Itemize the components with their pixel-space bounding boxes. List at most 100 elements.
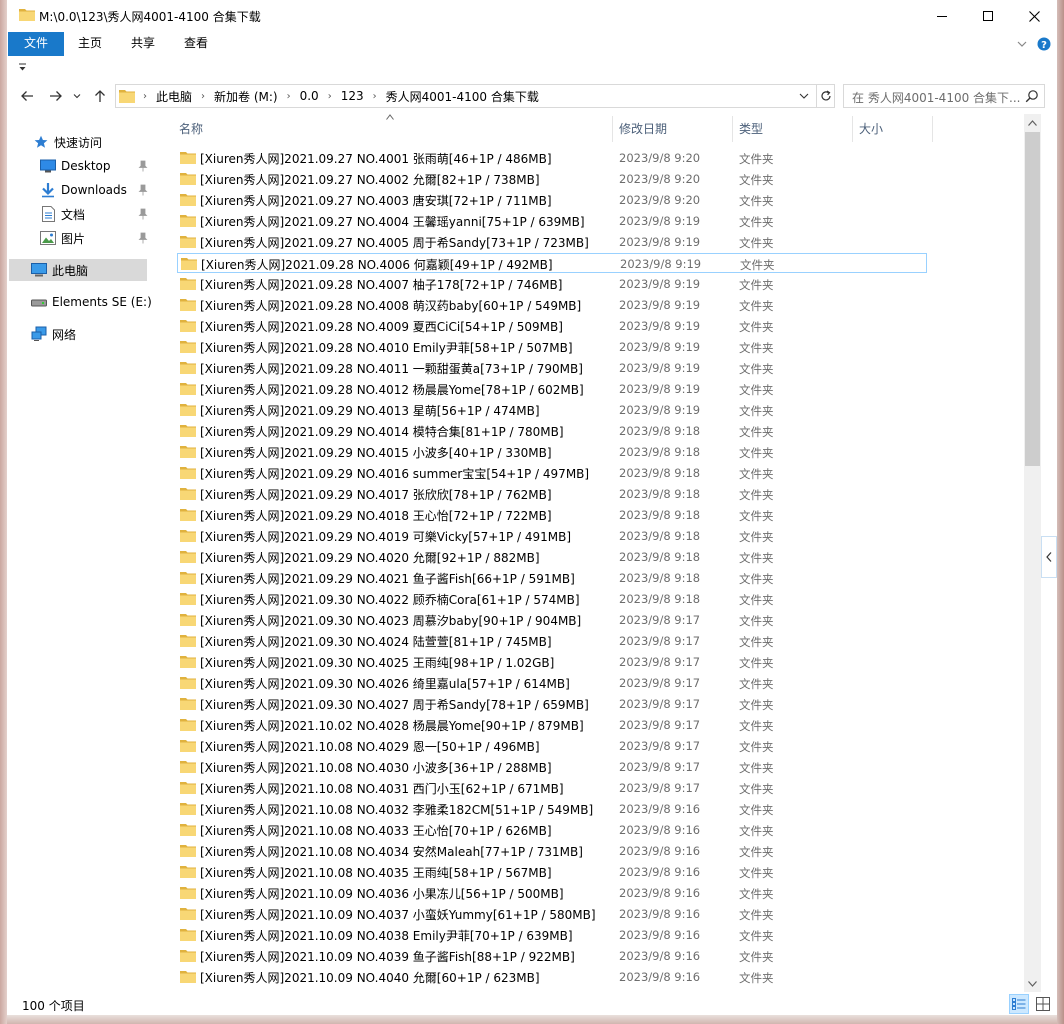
- title-bar[interactable]: M:\0.0\123\秀人网4001-4100 合集下载: [7, 0, 1057, 32]
- column-divider[interactable]: [732, 116, 733, 142]
- file-list: 名称 修改日期 类型 大小 [Xiuren秀人网]2021.09.27 NO.4…: [162, 114, 1024, 992]
- table-row[interactable]: [Xiuren秀人网]2021.09.27 NO.4002 允爾[82+1P /…: [177, 169, 927, 189]
- recent-locations-button[interactable]: [72, 88, 82, 104]
- breadcrumb-this-pc[interactable]: 此电脑: [151, 88, 197, 105]
- customize-toolbar-icon[interactable]: [18, 62, 27, 72]
- search-icon[interactable]: [1025, 89, 1039, 103]
- table-row[interactable]: [Xiuren秀人网]2021.09.27 NO.4001 张雨萌[46+1P …: [177, 148, 927, 168]
- nav-item-downloads[interactable]: Downloads: [40, 179, 127, 201]
- breadcrumb-separator[interactable]: ›: [139, 91, 151, 102]
- table-row[interactable]: [Xiuren秀人网]2021.10.08 NO.4031 西门小玉[62+1P…: [177, 778, 927, 798]
- table-row[interactable]: [Xiuren秀人网]2021.10.08 NO.4032 李雅柔182CM[5…: [177, 799, 927, 819]
- table-row[interactable]: [Xiuren秀人网]2021.10.09 NO.4038 Emily尹菲[70…: [177, 925, 927, 945]
- table-row[interactable]: [Xiuren秀人网]2021.09.27 NO.4005 周于希Sandy[7…: [177, 232, 927, 252]
- pin-icon[interactable]: [138, 208, 148, 220]
- breadcrumb-drive[interactable]: 新加卷 (M:): [209, 88, 283, 105]
- table-row[interactable]: [Xiuren秀人网]2021.10.09 NO.4039 鱼子酱Fish[88…: [177, 946, 927, 966]
- table-row[interactable]: [Xiuren秀人网]2021.09.30 NO.4025 王雨纯[98+1P …: [177, 652, 927, 672]
- column-header-size[interactable]: 大小: [859, 120, 929, 138]
- nav-item-quick-access[interactable]: 快速访问: [33, 131, 102, 153]
- table-row[interactable]: [Xiuren秀人网]2021.09.30 NO.4023 周慕汐baby[90…: [177, 610, 927, 630]
- table-row[interactable]: [Xiuren秀人网]2021.09.27 NO.4003 唐安琪[72+1P …: [177, 190, 927, 210]
- nav-item-network[interactable]: 网络: [31, 323, 76, 345]
- up-button[interactable]: [92, 88, 108, 104]
- table-row[interactable]: [Xiuren秀人网]2021.10.09 NO.4037 小蛮妖Yummy[6…: [177, 904, 927, 924]
- scroll-thumb[interactable]: [1025, 132, 1040, 466]
- table-row[interactable]: [Xiuren秀人网]2021.10.09 NO.4040 允爾[60+1P /…: [177, 967, 927, 987]
- table-row[interactable]: [Xiuren秀人网]2021.10.08 NO.4035 王雨纯[58+1P …: [177, 862, 927, 882]
- column-divider[interactable]: [932, 116, 933, 142]
- pin-icon[interactable]: [138, 160, 148, 172]
- breadcrumb-separator[interactable]: ›: [197, 91, 209, 102]
- vertical-scrollbar[interactable]: [1024, 114, 1041, 992]
- chevron-down-icon[interactable]: [1017, 36, 1027, 52]
- table-row[interactable]: [Xiuren秀人网]2021.10.08 NO.4030 小波多[36+1P …: [177, 757, 927, 777]
- table-row[interactable]: [Xiuren秀人网]2021.10.08 NO.4029 恩一[50+1P /…: [177, 736, 927, 756]
- table-row[interactable]: [Xiuren秀人网]2021.10.08 NO.4034 安然Maleah[7…: [177, 841, 927, 861]
- tab-file[interactable]: 文件: [8, 32, 64, 56]
- scroll-down-button[interactable]: [1024, 975, 1041, 992]
- nav-item-desktop[interactable]: Desktop: [40, 155, 111, 177]
- close-button[interactable]: [1011, 0, 1057, 32]
- minimize-button[interactable]: [919, 0, 965, 32]
- table-row[interactable]: [Xiuren秀人网]2021.09.29 NO.4020 允爾[92+1P /…: [177, 547, 927, 567]
- column-divider[interactable]: [852, 116, 853, 142]
- table-row[interactable]: [Xiuren秀人网]2021.09.29 NO.4017 张欣欣[78+1P …: [177, 484, 927, 504]
- column-header-name[interactable]: 名称: [179, 120, 609, 138]
- nav-item-pictures[interactable]: 图片: [40, 227, 85, 249]
- table-row[interactable]: [Xiuren秀人网]2021.09.28 NO.4008 萌汉药baby[60…: [177, 295, 927, 315]
- table-row[interactable]: [Xiuren秀人网]2021.09.29 NO.4021 鱼子酱Fish[66…: [177, 568, 927, 588]
- search-box[interactable]: 在 秀人网4001-4100 合集下...: [843, 84, 1045, 108]
- table-row[interactable]: [Xiuren秀人网]2021.09.28 NO.4010 Emily尹菲[58…: [177, 337, 927, 357]
- column-divider[interactable]: [612, 116, 613, 142]
- column-header-type[interactable]: 类型: [739, 120, 849, 138]
- maximize-button[interactable]: [965, 0, 1011, 32]
- file-type: 文件夹: [739, 761, 774, 775]
- folder-icon: [180, 803, 196, 815]
- nav-item-documents[interactable]: 文档: [40, 203, 85, 225]
- breadcrumb-folder-123[interactable]: 123: [336, 89, 369, 103]
- breadcrumb-separator[interactable]: ›: [283, 91, 295, 102]
- address-bar[interactable]: › 此电脑 › 新加卷 (M:) › 0.0 › 123 › 秀人网4001-4…: [115, 84, 835, 108]
- table-row[interactable]: [Xiuren秀人网]2021.09.29 NO.4015 小波多[40+1P …: [177, 442, 927, 462]
- table-row[interactable]: [Xiuren秀人网]2021.09.29 NO.4014 模特合集[81+1P…: [177, 421, 927, 441]
- back-button[interactable]: [19, 88, 35, 104]
- scroll-up-button[interactable]: [1024, 114, 1041, 131]
- tab-home[interactable]: 主页: [69, 32, 111, 56]
- breadcrumb-separator[interactable]: ›: [369, 91, 381, 102]
- table-row[interactable]: [Xiuren秀人网]2021.10.09 NO.4036 小果冻儿[56+1P…: [177, 883, 927, 903]
- nav-item-this-pc[interactable]: 此电脑: [9, 259, 147, 281]
- forward-button[interactable]: [48, 88, 64, 104]
- table-row[interactable]: [Xiuren秀人网]2021.09.28 NO.4009 夏西CiCi[54+…: [177, 316, 927, 336]
- table-row[interactable]: [Xiuren秀人网]2021.09.27 NO.4004 王馨瑶yanni[7…: [177, 211, 927, 231]
- table-row[interactable]: [Xiuren秀人网]2021.09.30 NO.4026 绮里嘉ula[57+…: [177, 673, 927, 693]
- table-row[interactable]: [Xiuren秀人网]2021.09.30 NO.4024 陆萱萱[81+1P …: [177, 631, 927, 651]
- tab-view[interactable]: 查看: [177, 32, 215, 56]
- table-row[interactable]: [Xiuren秀人网]2021.09.29 NO.4016 summer宝宝[5…: [177, 463, 927, 483]
- help-icon[interactable]: ?: [1037, 36, 1051, 52]
- details-view-button[interactable]: [1009, 994, 1029, 1014]
- breadcrumb-current-folder[interactable]: 秀人网4001-4100 合集下载: [381, 88, 544, 105]
- table-row[interactable]: [Xiuren秀人网]2021.09.29 NO.4019 可樂Vicky[57…: [177, 526, 927, 546]
- nav-item-external-drive[interactable]: Elements SE (E:): [31, 291, 152, 313]
- table-row[interactable]: [Xiuren秀人网]2021.09.28 NO.4012 杨晨晨Yome[78…: [177, 379, 927, 399]
- table-row[interactable]: [Xiuren秀人网]2021.09.29 NO.4013 星萌[56+1P /…: [177, 400, 927, 420]
- large-icons-view-button[interactable]: [1033, 994, 1053, 1014]
- pin-icon[interactable]: [138, 184, 148, 196]
- table-row[interactable]: [Xiuren秀人网]2021.09.28 NO.4006 何嘉颖[49+1P …: [177, 253, 927, 273]
- table-row[interactable]: [Xiuren秀人网]2021.09.30 NO.4027 周于希Sandy[7…: [177, 694, 927, 714]
- breadcrumb-folder-0-0[interactable]: 0.0: [295, 89, 324, 103]
- table-row[interactable]: [Xiuren秀人网]2021.10.02 NO.4028 杨晨晨Yome[90…: [177, 715, 927, 735]
- column-header-date[interactable]: 修改日期: [619, 120, 729, 138]
- table-row[interactable]: [Xiuren秀人网]2021.09.28 NO.4011 一颗甜蛋黄a[73+…: [177, 358, 927, 378]
- table-row[interactable]: [Xiuren秀人网]2021.10.08 NO.4033 王心怡[70+1P …: [177, 820, 927, 840]
- table-row[interactable]: [Xiuren秀人网]2021.09.29 NO.4018 王心怡[72+1P …: [177, 505, 927, 525]
- tab-share[interactable]: 共享: [123, 32, 163, 56]
- table-row[interactable]: [Xiuren秀人网]2021.09.28 NO.4007 柚子178[72+1…: [177, 274, 927, 294]
- breadcrumb-separator[interactable]: ›: [324, 91, 336, 102]
- address-history-button[interactable]: [796, 88, 812, 104]
- table-row[interactable]: [Xiuren秀人网]2021.09.30 NO.4022 顾乔楠Cora[61…: [177, 589, 927, 609]
- pin-icon[interactable]: [138, 232, 148, 244]
- preview-pane-toggle[interactable]: [1041, 536, 1057, 578]
- refresh-button[interactable]: [816, 85, 835, 107]
